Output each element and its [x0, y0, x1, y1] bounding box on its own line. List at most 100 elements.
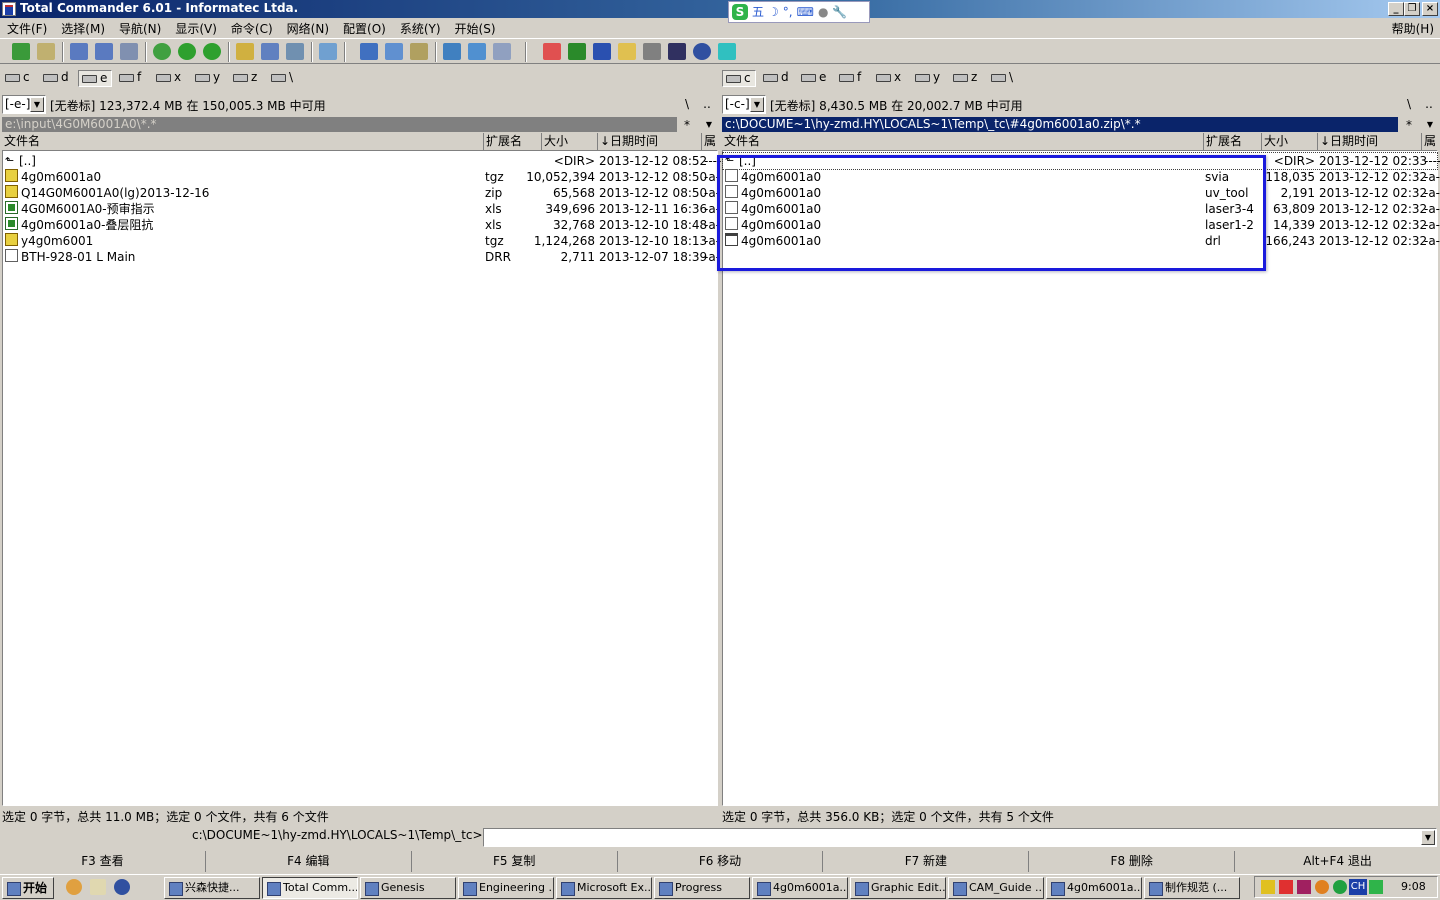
- drive-y-button[interactable]: y: [192, 70, 220, 87]
- menu-select[interactable]: 选择(M): [54, 20, 112, 37]
- terminal-icon[interactable]: [668, 43, 686, 60]
- notepad-quicklaunch-icon[interactable]: [90, 879, 106, 895]
- file-row[interactable]: 4g0m6001a0 uv_tool 2,191 2013-12-12 02:32 -a…: [723, 185, 1440, 201]
- column-attr[interactable]: 属: [702, 133, 718, 150]
- task-button[interactable]: CAM_Guide ...: [948, 877, 1044, 899]
- globe-quicklaunch-icon[interactable]: [114, 879, 130, 895]
- file-row[interactable]: y4g0m6001 tgz 1,124,268 2013-12-10 18:13 -a-: [3, 233, 720, 249]
- swap-panels-icon[interactable]: [153, 43, 171, 60]
- left-root-button[interactable]: \: [678, 95, 696, 114]
- task-button[interactable]: Engineering ...: [458, 877, 554, 899]
- f7-newdir-button[interactable]: F7 新建: [823, 851, 1030, 872]
- column-date[interactable]: ↓日期时间: [598, 133, 702, 150]
- column-size[interactable]: 大小: [542, 133, 598, 150]
- user-icon[interactable]: ●: [818, 5, 828, 19]
- f6-move-button[interactable]: F6 移动: [618, 851, 824, 872]
- folder-icon[interactable]: [618, 43, 636, 60]
- menu-file[interactable]: 文件(F): [0, 20, 54, 37]
- tray-app-icon[interactable]: [1261, 880, 1275, 894]
- eraser-icon[interactable]: [718, 43, 736, 60]
- menu-config[interactable]: 配置(O): [336, 20, 393, 37]
- parent-dir-row[interactable]: ⬑ [..] <DIR> 2013-12-12 08:52 ----: [3, 153, 721, 169]
- excel-icon[interactable]: [568, 43, 586, 60]
- chevron-down-icon[interactable]: ▼: [30, 97, 44, 112]
- start-button[interactable]: 开始: [2, 877, 54, 899]
- drive-e-button[interactable]: e: [78, 70, 112, 87]
- tray-app-icon[interactable]: [1297, 880, 1311, 894]
- chevron-down-icon[interactable]: ▼: [750, 97, 764, 112]
- app-icon[interactable]: [2, 2, 16, 16]
- list-icon[interactable]: [493, 43, 511, 60]
- close-button[interactable]: ×: [1422, 2, 1438, 16]
- forward-arrow-icon[interactable]: [203, 43, 221, 60]
- right-drive-combo[interactable]: [-c-] ▼: [722, 95, 766, 114]
- left-up-button[interactable]: ..: [698, 95, 716, 114]
- task-button[interactable]: Microsoft Ex...: [556, 877, 652, 899]
- search-icon[interactable]: [360, 43, 378, 60]
- sync-dirs-icon[interactable]: [410, 43, 428, 60]
- brief-view-icon[interactable]: [70, 43, 88, 60]
- tray-app-icon[interactable]: [1333, 880, 1347, 894]
- left-path-bar[interactable]: e:\input\4G0M6001A0\*.*: [2, 117, 677, 132]
- file-row[interactable]: Q14G0M6001A0(lg)2013-12-16 zip 65,568 2013-…: [3, 185, 720, 201]
- right-file-panel[interactable]: ⬑ [..] <DIR> 2013-12-12 02:33 ---- 4g0m6001a0…: [722, 150, 1440, 806]
- ftp-icon[interactable]: [319, 43, 337, 60]
- pdf-icon[interactable]: [543, 43, 561, 60]
- file-row[interactable]: 4g0m6001a0 laser3-4 63,809 2013-12-12 02:32…: [723, 201, 1440, 217]
- file-row[interactable]: 4g0m6001a0 drl 166,243 2013-12-12 02:32 -a-: [723, 233, 1440, 249]
- left-drive-combo[interactable]: [-e-] ▼: [2, 95, 46, 114]
- drive-x-button[interactable]: x: [153, 70, 181, 87]
- restore-button[interactable]: ❐: [1404, 2, 1420, 16]
- alt-f4-exit-button[interactable]: Alt+F4 退出: [1235, 851, 1440, 872]
- task-button[interactable]: 4g0m6001a...: [1046, 877, 1142, 899]
- punctuation-icon[interactable]: °,: [783, 5, 793, 19]
- file-row[interactable]: 4G0M6001A0-预审指示 xls 349,696 2013-12-11 16:3…: [3, 201, 720, 217]
- drive-f-button[interactable]: f: [836, 70, 861, 87]
- back-arrow-icon[interactable]: [178, 43, 196, 60]
- wrench-icon[interactable]: 🔧: [832, 5, 847, 19]
- globe-icon[interactable]: [693, 43, 711, 60]
- command-input[interactable]: ▼: [483, 828, 1437, 847]
- f5-copy-button[interactable]: F5 复制: [412, 851, 618, 872]
- drive-e-button[interactable]: e: [798, 70, 826, 87]
- drive-c-button[interactable]: c: [2, 70, 30, 87]
- ime-mode-label[interactable]: 五: [752, 5, 764, 19]
- column-size[interactable]: 大小: [1262, 133, 1318, 150]
- compare-icon[interactable]: [286, 43, 304, 60]
- multi-rename-icon[interactable]: [385, 43, 403, 60]
- menu-system[interactable]: 系统(Y): [393, 20, 448, 37]
- drive-d-button[interactable]: d: [40, 70, 69, 87]
- tray-app-icon[interactable]: [1315, 880, 1329, 894]
- f3-view-button[interactable]: F3 查看: [0, 851, 206, 872]
- edit-icon[interactable]: [468, 43, 486, 60]
- task-button[interactable]: Progress: [654, 877, 750, 899]
- drive-c-button[interactable]: c: [722, 70, 756, 87]
- drive-y-button[interactable]: y: [912, 70, 940, 87]
- chevron-down-icon[interactable]: ▼: [1421, 830, 1435, 845]
- f8-delete-button[interactable]: F8 删除: [1029, 851, 1236, 872]
- drive-d-button[interactable]: d: [760, 70, 789, 87]
- menu-navigate[interactable]: 导航(N): [112, 20, 168, 37]
- column-attr[interactable]: 属: [1422, 133, 1438, 150]
- menu-commands[interactable]: 命令(C): [224, 20, 280, 37]
- file-row[interactable]: 4g0m6001a0-叠层阻抗 xls 32,768 2013-12-10 18:48…: [3, 217, 720, 233]
- column-ext[interactable]: 扩展名: [1204, 133, 1262, 150]
- task-button[interactable]: 4g0m6001a...: [752, 877, 848, 899]
- moon-icon[interactable]: ☽: [768, 5, 779, 19]
- menu-start[interactable]: 开始(S): [448, 20, 503, 37]
- language-indicator[interactable]: CH: [1349, 879, 1367, 895]
- task-button-active[interactable]: Total Comm...: [262, 877, 358, 899]
- tool-icon[interactable]: [643, 43, 661, 60]
- menu-help[interactable]: 帮助(H): [1392, 20, 1434, 37]
- parent-dir-row[interactable]: ⬑ [..] <DIR> 2013-12-12 02:33 ----: [722, 152, 1440, 170]
- menu-network[interactable]: 网络(N): [280, 20, 336, 37]
- file-row[interactable]: 4g0m6001a0 tgz 10,052,394 2013-12-12 08:50-…: [3, 169, 720, 185]
- drive-f-button[interactable]: f: [116, 70, 141, 87]
- menu-view[interactable]: 显示(V): [168, 20, 224, 37]
- drive-z-button[interactable]: z: [950, 70, 977, 87]
- file-row[interactable]: BTH-928-01 L Main DRR 2,711 2013-12-07 18:3…: [3, 249, 720, 265]
- column-name[interactable]: 文件名: [2, 133, 484, 150]
- task-button[interactable]: 制作规范 (...: [1144, 877, 1240, 899]
- left-file-panel[interactable]: ⬑ [..] <DIR> 2013-12-12 08:52 ---- 4g0m6001a0…: [2, 150, 721, 806]
- file-row[interactable]: 4g0m6001a0 svia 118,035 2013-12-12 02:32 -a-: [723, 169, 1440, 185]
